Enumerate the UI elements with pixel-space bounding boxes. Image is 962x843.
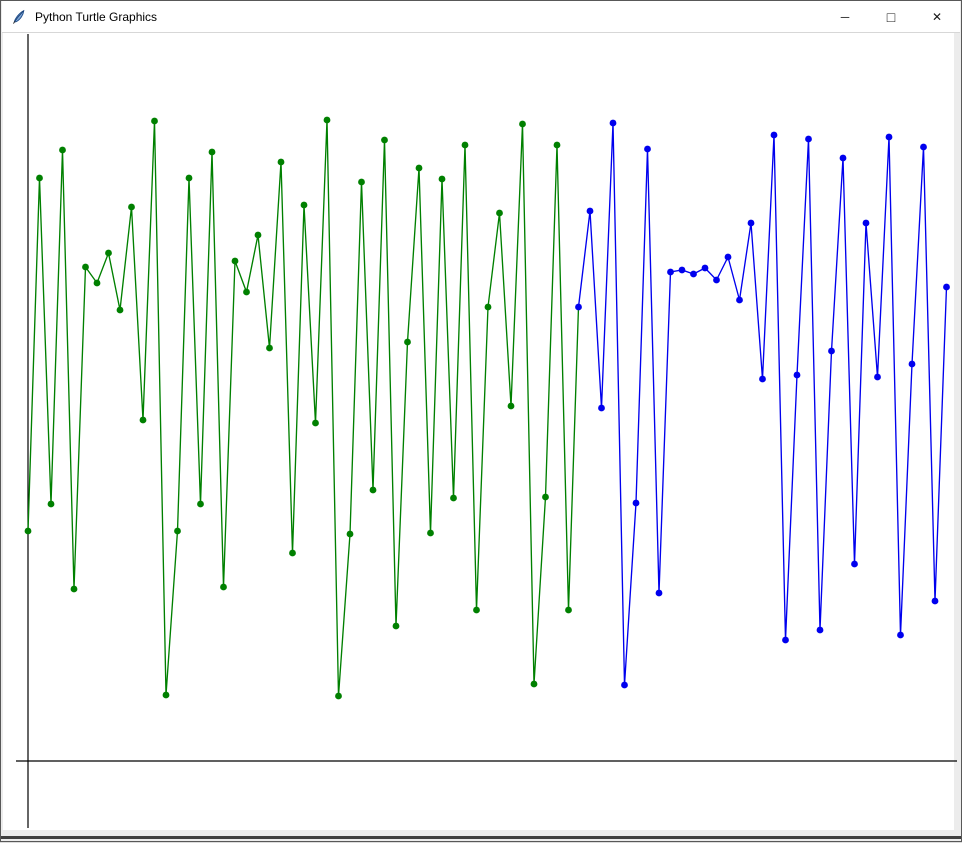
- window-title: Python Turtle Graphics: [35, 10, 157, 24]
- minimize-button[interactable]: ─: [822, 1, 868, 32]
- titlebar: Python Turtle Graphics ─ □ ✕: [2, 1, 960, 33]
- close-button[interactable]: ✕: [914, 1, 960, 32]
- maximize-button[interactable]: □: [868, 1, 914, 32]
- turtle-graphics-window: Python Turtle Graphics ─ □ ✕: [0, 0, 962, 842]
- turtle-canvas[interactable]: [3, 33, 954, 830]
- tk-feather-icon: [11, 9, 27, 25]
- window-bottom-edge: [1, 836, 961, 839]
